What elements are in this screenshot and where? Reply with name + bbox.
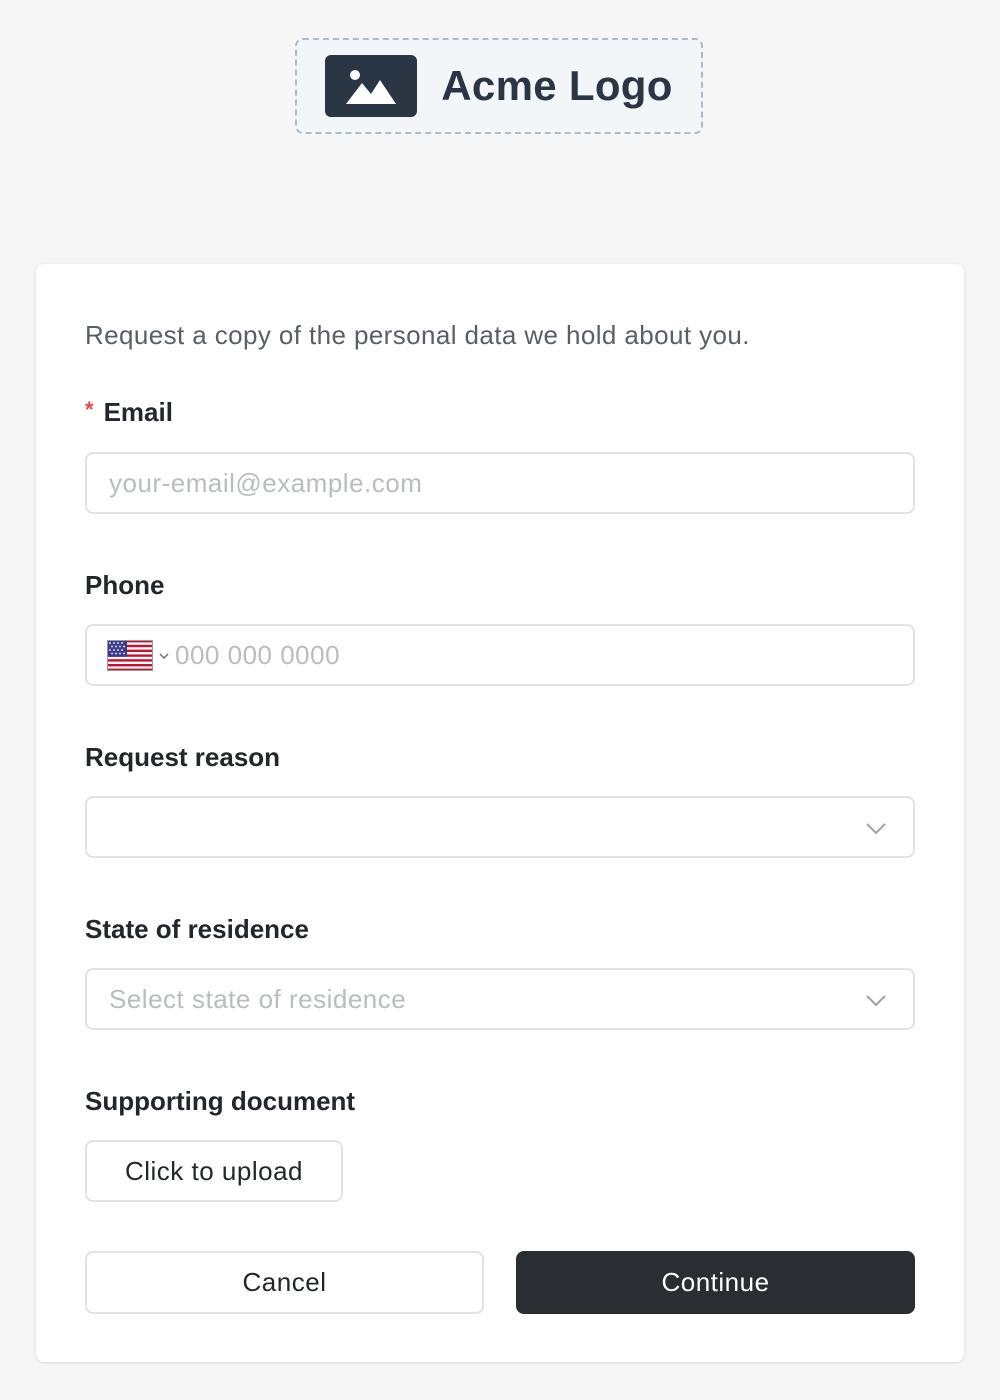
- chevron-down-icon: [866, 995, 886, 1007]
- cancel-button[interactable]: Cancel: [85, 1251, 484, 1314]
- us-flag-icon: [107, 639, 153, 671]
- email-label: * Email: [85, 397, 173, 428]
- image-icon: [325, 55, 418, 117]
- logo-text: Acme Logo: [441, 62, 673, 109]
- email-label-text: Email: [103, 397, 173, 427]
- phone-input[interactable]: [169, 639, 913, 671]
- form-intro: Request a copy of the personal data we h…: [85, 320, 750, 350]
- supporting-document-label: Supporting document: [85, 1086, 356, 1116]
- request-reason-label: Request reason: [85, 742, 281, 772]
- state-of-residence-placeholder: Select state of residence: [109, 983, 407, 1014]
- chevron-down-icon: [866, 823, 886, 835]
- state-of-residence-label: State of residence: [85, 914, 309, 944]
- request-reason-select[interactable]: [85, 796, 915, 858]
- data-request-form: Request a copy of the personal data we h…: [36, 264, 964, 1362]
- email-field[interactable]: [87, 467, 913, 499]
- required-marker: *: [85, 397, 94, 422]
- upload-button[interactable]: Click to upload: [85, 1140, 343, 1202]
- country-code-selector[interactable]: [107, 639, 169, 671]
- logo-placeholder: Acme Logo: [295, 38, 703, 134]
- state-of-residence-select[interactable]: Select state of residence: [85, 968, 915, 1030]
- chevron-down-icon: [159, 647, 169, 663]
- continue-button[interactable]: Continue: [516, 1251, 915, 1314]
- phone-label: Phone: [85, 570, 165, 600]
- email-field-wrapper: [85, 452, 915, 514]
- phone-field-wrapper: [85, 624, 915, 686]
